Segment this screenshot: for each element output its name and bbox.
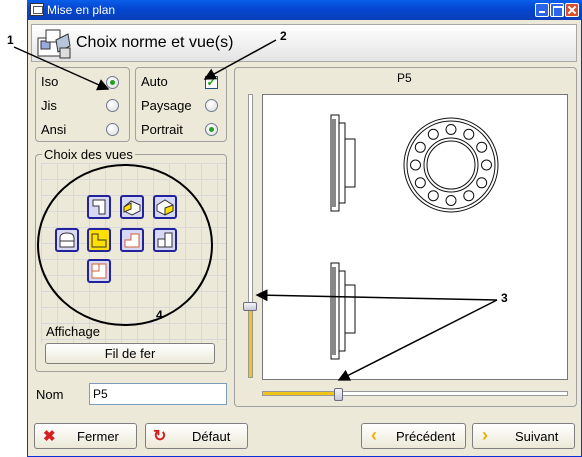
callout-arrow-1 (13, 46, 110, 91)
callout-arrow-3b (337, 299, 498, 381)
views-highlight-ellipse (37, 164, 213, 326)
callout-4: 4 (156, 308, 163, 322)
annotation-overlay (13, 39, 498, 381)
callout-arrow-3a (255, 289, 498, 302)
callout-1: 1 (7, 33, 14, 47)
callout-3: 3 (501, 291, 508, 305)
callout-2: 2 (280, 29, 287, 43)
callout-arrow-2 (203, 39, 277, 80)
